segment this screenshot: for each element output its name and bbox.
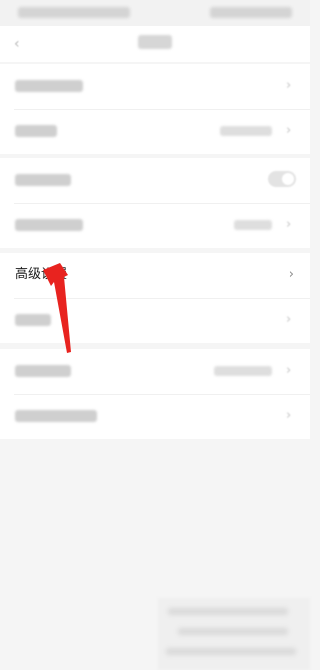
settings-row[interactable]: › xyxy=(0,64,310,109)
chevron-right-icon: › xyxy=(286,217,292,232)
watermark-line xyxy=(166,648,296,655)
chevron-right-icon: › xyxy=(286,123,292,138)
row-label xyxy=(15,314,51,326)
watermark xyxy=(158,598,310,670)
settings-row[interactable]: › xyxy=(0,349,310,394)
status-bar xyxy=(0,0,310,26)
advanced-settings-label: 高级设置 xyxy=(15,267,68,282)
settings-row[interactable]: › xyxy=(0,203,310,248)
row-label xyxy=(15,410,97,422)
row-label xyxy=(15,365,71,377)
chevron-right-icon: › xyxy=(286,312,292,327)
settings-row[interactable]: › xyxy=(0,394,310,439)
advanced-settings-row[interactable]: 高级设置 › xyxy=(0,253,310,298)
row-label xyxy=(15,219,83,231)
row-label xyxy=(15,125,57,137)
settings-row[interactable]: › xyxy=(0,298,310,343)
watermark-line xyxy=(178,628,288,635)
row-value xyxy=(214,366,272,376)
chevron-right-icon: › xyxy=(288,267,294,282)
row-label xyxy=(15,174,71,186)
chevron-right-icon: › xyxy=(286,78,292,93)
row-label xyxy=(15,80,83,92)
chevron-right-icon: › xyxy=(286,363,292,378)
settings-group-2: › xyxy=(0,158,310,248)
settings-group-1: › › xyxy=(0,64,310,154)
back-icon[interactable]: ‹ xyxy=(14,36,28,52)
status-left-icons xyxy=(18,7,130,18)
watermark-line xyxy=(168,608,288,615)
status-right-icons xyxy=(210,7,292,18)
header: ‹ xyxy=(0,26,310,62)
row-value xyxy=(220,126,272,136)
toggle-switch[interactable] xyxy=(268,171,296,187)
settings-row[interactable] xyxy=(0,158,310,203)
chevron-right-icon: › xyxy=(286,408,292,423)
settings-row[interactable]: › xyxy=(0,109,310,154)
settings-group-3: 高级设置 › › xyxy=(0,253,310,343)
settings-group-4: › › xyxy=(0,349,310,439)
row-value xyxy=(234,220,272,230)
page-title xyxy=(138,35,172,49)
